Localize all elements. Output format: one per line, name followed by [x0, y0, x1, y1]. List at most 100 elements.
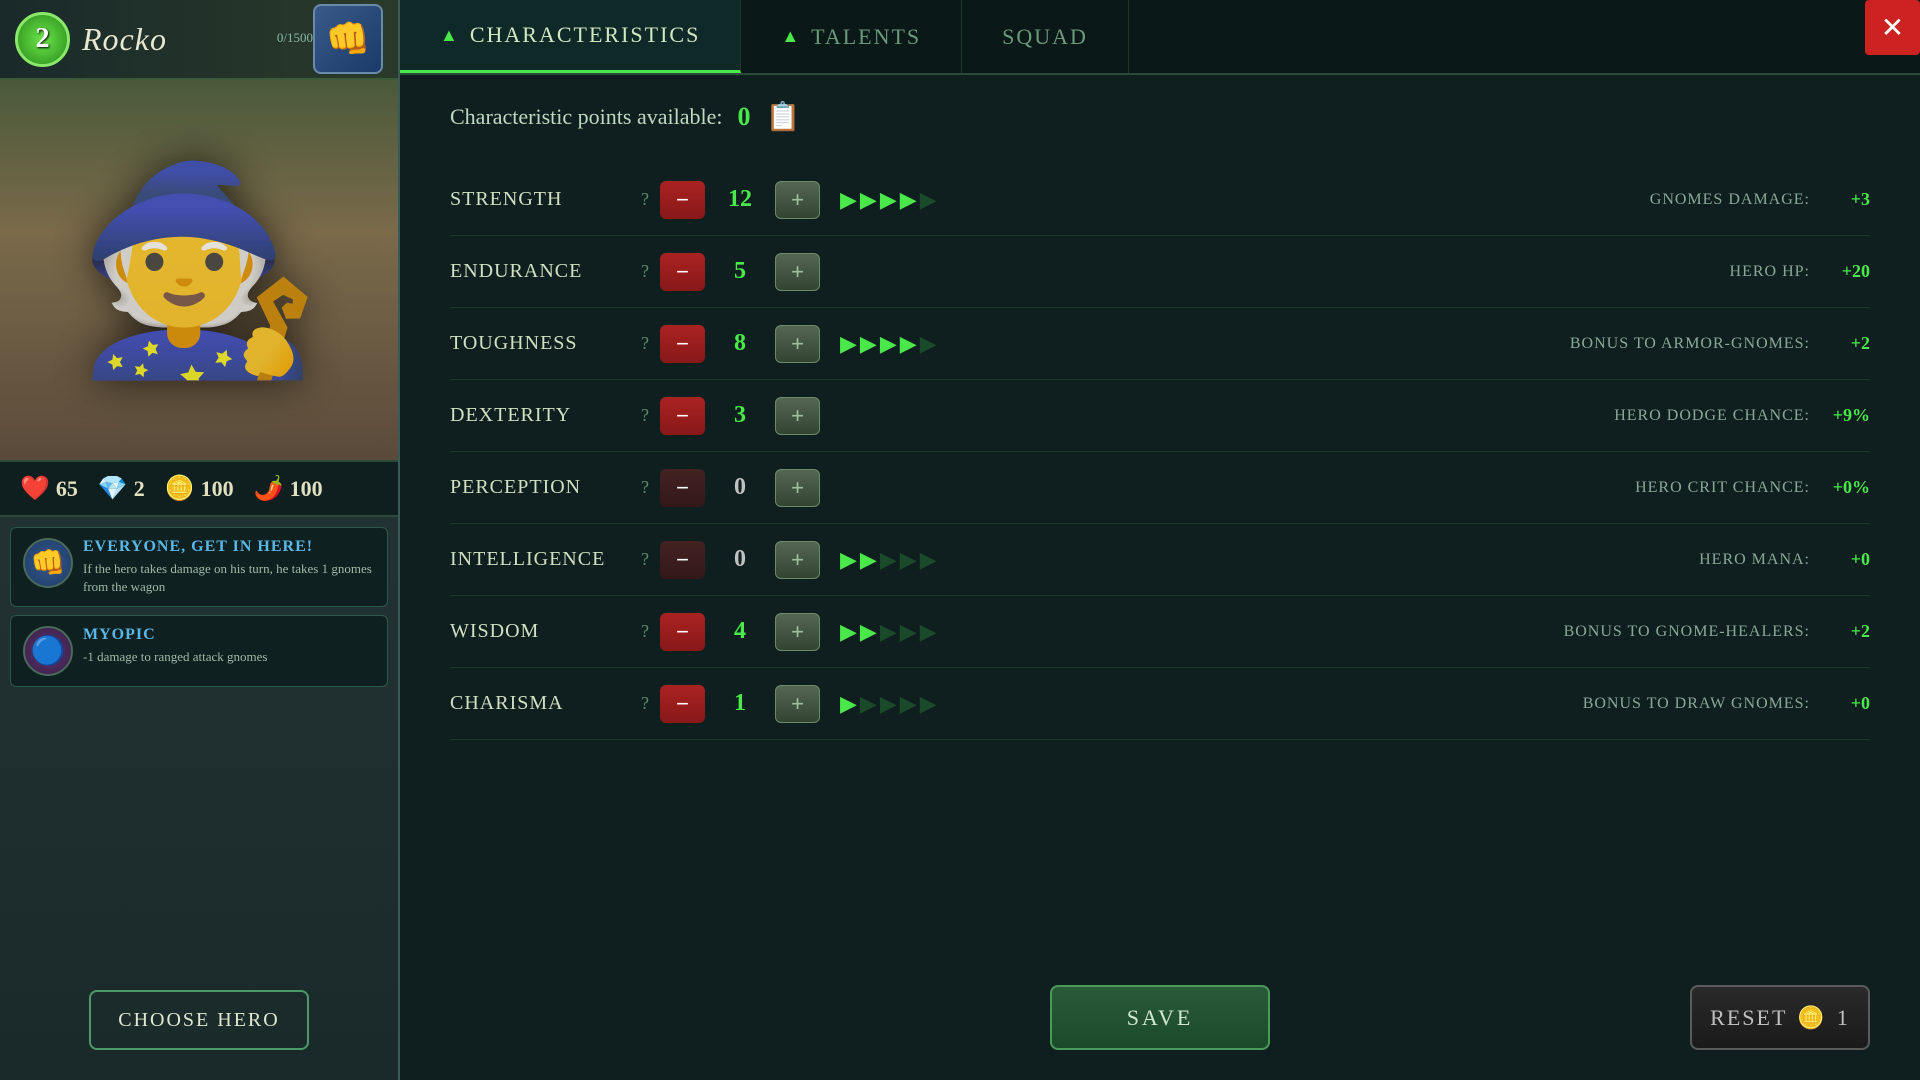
trait-everyone-icon: 👊 — [23, 538, 73, 588]
bonus-label-charisma: Bonus to draw gnomes: — [1583, 695, 1810, 713]
hero-header: 2 Rocko 0/1500 👊 — [0, 0, 398, 80]
reset-count: 1 — [1837, 1005, 1850, 1031]
reset-label: Reset — [1710, 1005, 1787, 1031]
stat-value-strength: 12 — [715, 186, 765, 213]
arrow-filled-icon: ▶ — [840, 547, 857, 573]
stat-value-dexterity: 3 — [715, 402, 765, 429]
arrow-filled-icon: ▶ — [840, 331, 857, 357]
minus-btn-dexterity[interactable]: − — [660, 397, 705, 435]
hearts-icon: ❤️ — [20, 474, 50, 503]
plus-btn-endurance[interactable]: + — [775, 253, 820, 291]
stats-row: ❤️ 65 💎 2 🪙 100 🌶️ 100 — [0, 460, 398, 517]
save-button[interactable]: Save — [1050, 985, 1270, 1050]
tab-talents[interactable]: ▲ Talents — [741, 0, 962, 73]
bonus-label-wisdom: Bonus to gnome-healers: — [1564, 623, 1810, 641]
bonus-area-strength: Gnomes damage:+3 — [1650, 189, 1870, 210]
arrow-filled-icon: ▶ — [840, 691, 857, 717]
stat-row-toughness: Toughness?−8+▶▶▶▶▶Bonus to armor-gnomes:… — [450, 308, 1870, 380]
blue-icon: 💎 — [98, 474, 128, 503]
arrow-filled-icon: ▶ — [840, 187, 857, 213]
bonus-label-dexterity: Hero dodge chance: — [1614, 407, 1810, 425]
stat-value-charisma: 1 — [715, 690, 765, 717]
bonus-area-dexterity: Hero dodge chance: +9% — [1614, 405, 1870, 426]
stat-value-intelligence: 0 — [715, 546, 765, 573]
minus-btn-charisma[interactable]: − — [660, 685, 705, 723]
arrows-wisdom: ▶▶▶▶▶ — [840, 619, 937, 645]
bonus-area-charisma: Bonus to draw gnomes: +0 — [1583, 693, 1870, 714]
help-icon-toughness[interactable]: ? — [630, 333, 660, 354]
plus-btn-dexterity[interactable]: + — [775, 397, 820, 435]
trait-myopic-content: Myopic -1 damage to ranged attack gnomes — [83, 626, 375, 666]
bonus-label-toughness: Bonus to armor-gnomes: — [1570, 335, 1810, 353]
help-icon-perception[interactable]: ? — [630, 477, 660, 498]
arrows-intelligence: ▶▶▶▶▶ — [840, 547, 937, 573]
help-icon-charisma[interactable]: ? — [630, 693, 660, 714]
arrow-empty-icon: ▶ — [920, 187, 937, 213]
tab-talents-label: Talents — [811, 24, 921, 50]
stat-value-toughness: 8 — [715, 330, 765, 357]
plus-btn-perception[interactable]: + — [775, 469, 820, 507]
close-button[interactable]: ✕ — [1865, 0, 1920, 55]
hp-display: 0/1500 — [277, 30, 313, 46]
stat-hearts: ❤️ 65 — [20, 474, 78, 503]
tab-talents-arrow-icon: ▲ — [781, 26, 801, 47]
stat-name-perception: Perception — [450, 476, 630, 499]
bonus-value-dexterity: +9% — [1825, 405, 1870, 426]
plus-btn-intelligence[interactable]: + — [775, 541, 820, 579]
plus-btn-strength[interactable]: + — [775, 181, 820, 219]
bonus-value-charisma: +0 — [1825, 693, 1870, 714]
minus-btn-intelligence[interactable]: − — [660, 541, 705, 579]
minus-btn-toughness[interactable]: − — [660, 325, 705, 363]
help-icon-strength[interactable]: ? — [630, 189, 660, 210]
help-icon-dexterity[interactable]: ? — [630, 405, 660, 426]
hero-avatar: 👊 — [313, 4, 383, 74]
arrow-filled-icon: ▶ — [860, 187, 877, 213]
arrow-empty-icon: ▶ — [920, 619, 937, 645]
bonus-value-perception: +0% — [1825, 477, 1870, 498]
arrow-filled-icon: ▶ — [880, 187, 897, 213]
tab-characteristics[interactable]: ▲ Characteristics — [400, 0, 741, 73]
arrow-filled-icon: ▶ — [860, 619, 877, 645]
bonus-value-strength: +3 — [1825, 189, 1870, 210]
arrow-filled-icon: ▶ — [900, 187, 917, 213]
arrow-empty-icon: ▶ — [920, 331, 937, 357]
arrow-empty-icon: ▶ — [880, 691, 897, 717]
help-icon-endurance[interactable]: ? — [630, 261, 660, 282]
arrow-filled-icon: ▶ — [860, 547, 877, 573]
arrows-toughness: ▶▶▶▶▶ — [840, 331, 937, 357]
arrow-empty-icon: ▶ — [920, 547, 937, 573]
stat-value-perception: 0 — [715, 474, 765, 501]
bonus-value-intelligence: +0 — [1825, 549, 1870, 570]
stat-row-endurance: Endurance?−5+Hero HP:+20 — [450, 236, 1870, 308]
left-panel: 2 Rocko 0/1500 👊 🧙 ❤️ 65 💎 2 🪙 100 🌶️ 10… — [0, 0, 400, 1080]
minus-btn-endurance[interactable]: − — [660, 253, 705, 291]
bonus-area-toughness: Bonus to armor-gnomes: +2 — [1570, 333, 1870, 354]
help-icon-wisdom[interactable]: ? — [630, 621, 660, 642]
bonus-value-toughness: +2 — [1825, 333, 1870, 354]
stat-value-endurance: 5 — [715, 258, 765, 285]
right-panel: ▲ Characteristics ▲ Talents Squad ✕ Char… — [400, 0, 1920, 1080]
tab-arrow-icon: ▲ — [440, 25, 460, 46]
help-icon-intelligence[interactable]: ? — [630, 549, 660, 570]
reset-button[interactable]: Reset 🪙 1 — [1690, 985, 1870, 1050]
minus-btn-wisdom[interactable]: − — [660, 613, 705, 651]
bonus-label-perception: Hero crit chance: — [1635, 479, 1810, 497]
gold-icon: 🪙 — [165, 474, 195, 503]
plus-btn-toughness[interactable]: + — [775, 325, 820, 363]
arrow-empty-icon: ▶ — [880, 547, 897, 573]
choose-hero-button[interactable]: Choose Hero — [89, 990, 309, 1050]
arrow-filled-icon: ▶ — [900, 331, 917, 357]
arrow-filled-icon: ▶ — [860, 331, 877, 357]
trait-everyone-name: Everyone, get in here! — [83, 538, 375, 556]
stat-row-strength: Strength?−12+▶▶▶▶▶Gnomes damage:+3 — [450, 164, 1870, 236]
minus-btn-perception[interactable]: − — [660, 469, 705, 507]
plus-btn-wisdom[interactable]: + — [775, 613, 820, 651]
tab-characteristics-label: Characteristics — [470, 22, 700, 48]
stat-row-dexterity: Dexterity?−3+Hero dodge chance:+9% — [450, 380, 1870, 452]
tab-squad[interactable]: Squad — [962, 0, 1129, 73]
minus-btn-strength[interactable]: − — [660, 181, 705, 219]
trait-everyone: 👊 Everyone, get in here! If the hero tak… — [10, 527, 388, 607]
stat-row-wisdom: Wisdom?−4+▶▶▶▶▶Bonus to gnome-healers:+2 — [450, 596, 1870, 668]
plus-btn-charisma[interactable]: + — [775, 685, 820, 723]
trait-everyone-desc: If the hero takes damage on his turn, he… — [83, 560, 375, 596]
